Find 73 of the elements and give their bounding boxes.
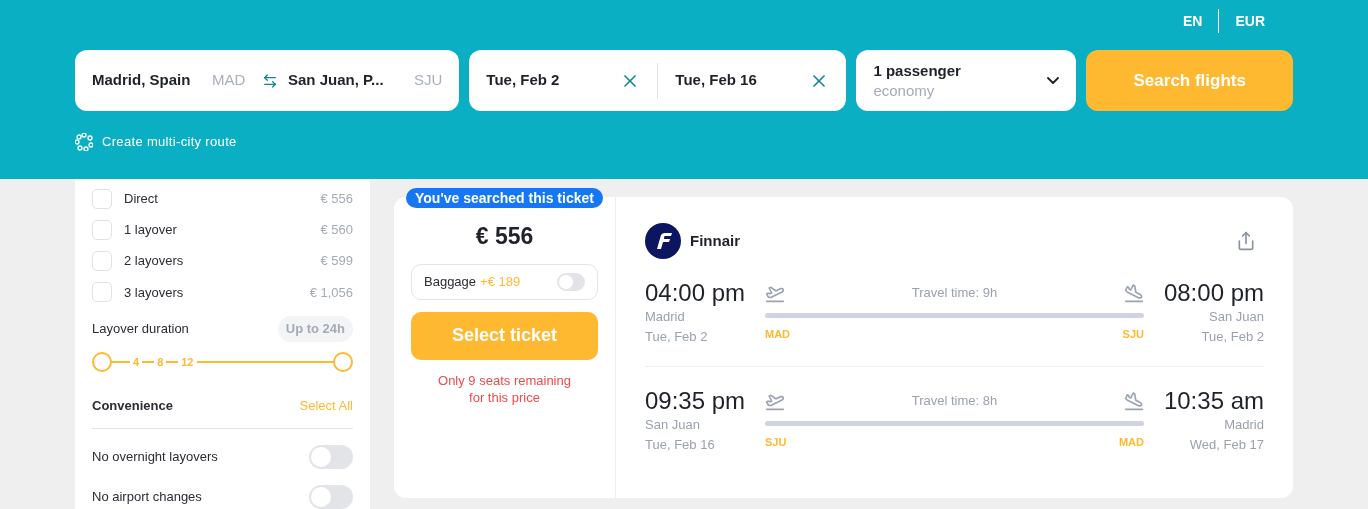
range-slider[interactable]: 4 8 12 bbox=[92, 351, 353, 373]
checkbox[interactable] bbox=[92, 219, 112, 240]
origin-code: MAD bbox=[212, 70, 247, 91]
airport-code: MAD bbox=[1118, 435, 1144, 450]
stop-option-label: 1 layover bbox=[124, 221, 178, 240]
route-field[interactable]: Madrid, Spain MAD San Juan, P... SJU bbox=[75, 50, 460, 111]
convenience-option-label: No overnight layovers bbox=[92, 448, 218, 467]
departure-time: 04:00 pm bbox=[645, 279, 747, 307]
section-title: Convenience bbox=[92, 397, 173, 416]
select-ticket-button[interactable]: Select ticket bbox=[411, 311, 598, 360]
stop-option-price: € 599 bbox=[320, 252, 353, 271]
departure-date-value: Tue, Feb 2 bbox=[486, 70, 560, 91]
searched-badge: You've searched this ticket bbox=[406, 188, 603, 208]
arrival-date: Tue, Feb 2 bbox=[1201, 327, 1264, 346]
toggle-switch[interactable] bbox=[309, 485, 353, 509]
baggage-toggle[interactable] bbox=[557, 272, 585, 291]
baggage-label: Baggage bbox=[424, 272, 477, 291]
arrival-time: 10:35 am bbox=[1163, 387, 1264, 415]
seats-warning: Only 9 seats remaining bbox=[438, 371, 571, 389]
search-button[interactable]: Search flights bbox=[1086, 50, 1293, 111]
cabin-class: economy bbox=[873, 80, 936, 101]
stop-option-label: 3 layovers bbox=[124, 283, 185, 302]
destination-city: San Juan, P... bbox=[288, 70, 385, 91]
airline-name: Finnair bbox=[690, 230, 740, 251]
departure-time: 09:35 pm bbox=[645, 387, 747, 415]
swap-icon[interactable] bbox=[262, 72, 278, 89]
departure-city: San Juan bbox=[645, 416, 701, 434]
baggage-price: +€ 189 bbox=[480, 272, 522, 291]
passengers-dropdown[interactable]: 1 passenger economy bbox=[856, 50, 1077, 111]
departure-city: Madrid bbox=[645, 308, 686, 326]
section-title: Layover duration bbox=[92, 320, 189, 339]
checkbox[interactable] bbox=[92, 251, 112, 272]
multi-city-link[interactable]: Create multi-city route bbox=[102, 132, 237, 152]
stop-option-price: € 1,056 bbox=[309, 283, 353, 302]
convenience-option-label: No airport changes bbox=[92, 488, 202, 507]
duration-badge: Up to 24h bbox=[277, 316, 353, 342]
toggle-switch[interactable] bbox=[309, 445, 353, 469]
currency-selector[interactable]: EUR bbox=[1219, 10, 1265, 32]
landing-icon bbox=[1124, 391, 1144, 411]
return-date-value: Tue, Feb 16 bbox=[675, 70, 757, 91]
arrival-date: Wed, Feb 17 bbox=[1189, 435, 1264, 454]
stop-option-label: Direct bbox=[124, 189, 159, 208]
stop-option-label: 2 layovers bbox=[124, 252, 185, 271]
airline-logo bbox=[645, 223, 681, 259]
share-icon[interactable] bbox=[1236, 231, 1256, 251]
chevron-down-icon bbox=[1047, 77, 1060, 84]
slider-handle[interactable] bbox=[333, 352, 353, 373]
ticket-price: € 556 bbox=[475, 222, 534, 251]
arrival-city: Madrid bbox=[1224, 416, 1264, 434]
airport-code: MAD bbox=[765, 327, 791, 342]
landing-icon bbox=[1124, 283, 1144, 303]
airport-code: SJU bbox=[765, 435, 787, 450]
checkbox[interactable] bbox=[92, 282, 112, 303]
stop-option-price: € 556 bbox=[320, 189, 353, 208]
dates-field[interactable]: Tue, Feb 2 Tue, Feb 16 bbox=[469, 50, 847, 111]
departure-date: Tue, Feb 16 bbox=[645, 435, 716, 454]
checkbox[interactable] bbox=[92, 188, 112, 209]
baggage-option[interactable]: Baggage +€ 189 bbox=[411, 263, 598, 300]
multi-city-icon bbox=[75, 132, 93, 151]
airport-code: SJU bbox=[1122, 327, 1144, 342]
travel-time: Travel time: 9h bbox=[911, 284, 998, 303]
slider-handle[interactable] bbox=[92, 352, 112, 373]
stop-option-price: € 560 bbox=[320, 221, 353, 240]
destination-code: SJU bbox=[414, 70, 443, 91]
travel-time: Travel time: 8h bbox=[911, 392, 998, 411]
origin-city: Madrid, Spain bbox=[92, 70, 192, 91]
departure-date: Tue, Feb 2 bbox=[645, 327, 709, 346]
arrival-city: San Juan bbox=[1209, 308, 1264, 326]
select-all-link[interactable]: Select All bbox=[299, 396, 353, 416]
passenger-count: 1 passenger bbox=[873, 60, 961, 81]
language-selector[interactable]: EN bbox=[1167, 10, 1219, 32]
seats-warning: for this price bbox=[469, 388, 540, 406]
arrival-time: 08:00 pm bbox=[1163, 279, 1264, 307]
